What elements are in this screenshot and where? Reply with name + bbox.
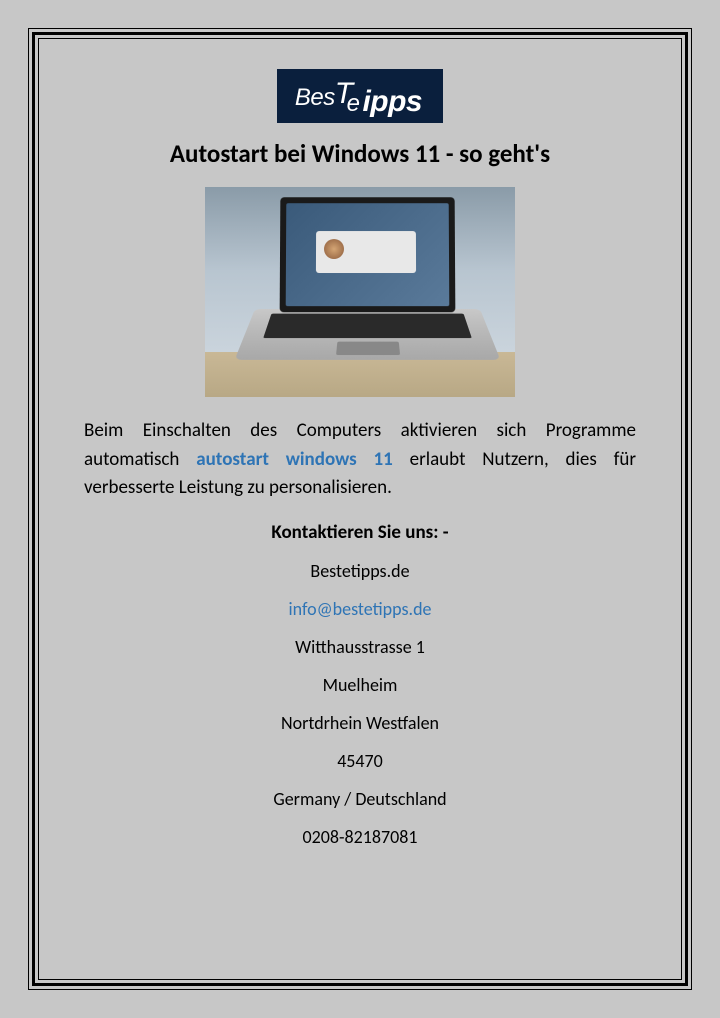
contact-state: Nortdrhein Westfalen — [281, 712, 439, 734]
middle-border-frame: BesTeipps Autostart bei Windows 11 - so … — [32, 32, 688, 986]
contact-city: Muelheim — [323, 674, 398, 696]
page-title: Autostart bei Windows 11 - so geht's — [170, 138, 550, 169]
outer-border-frame: BesTeipps Autostart bei Windows 11 - so … — [28, 28, 692, 990]
logo: BesTeipps — [277, 69, 443, 123]
laptop-image — [205, 187, 515, 397]
inner-border-frame: BesTeipps Autostart bei Windows 11 - so … — [38, 38, 682, 980]
contact-website: Bestetipps.de — [310, 560, 409, 582]
body-paragraph: Beim Einschalten des Computers aktiviere… — [84, 417, 636, 503]
contact-postal: 45470 — [337, 750, 383, 772]
contact-email: info@bestetipps.de — [289, 598, 432, 620]
contact-heading: Kontaktieren Sie uns: - — [271, 521, 448, 544]
email-link[interactable]: info@bestetipps.de — [289, 598, 432, 620]
logo-text-part1: BesTe — [295, 84, 366, 111]
contact-country: Germany / Deutschland — [273, 788, 446, 810]
contact-phone: 0208-82187081 — [303, 826, 418, 848]
autostart-link[interactable]: autostart windows 11 — [196, 448, 393, 471]
logo-text-part2: ipps — [362, 85, 422, 118]
contact-street: Witthausstrasse 1 — [295, 636, 425, 658]
